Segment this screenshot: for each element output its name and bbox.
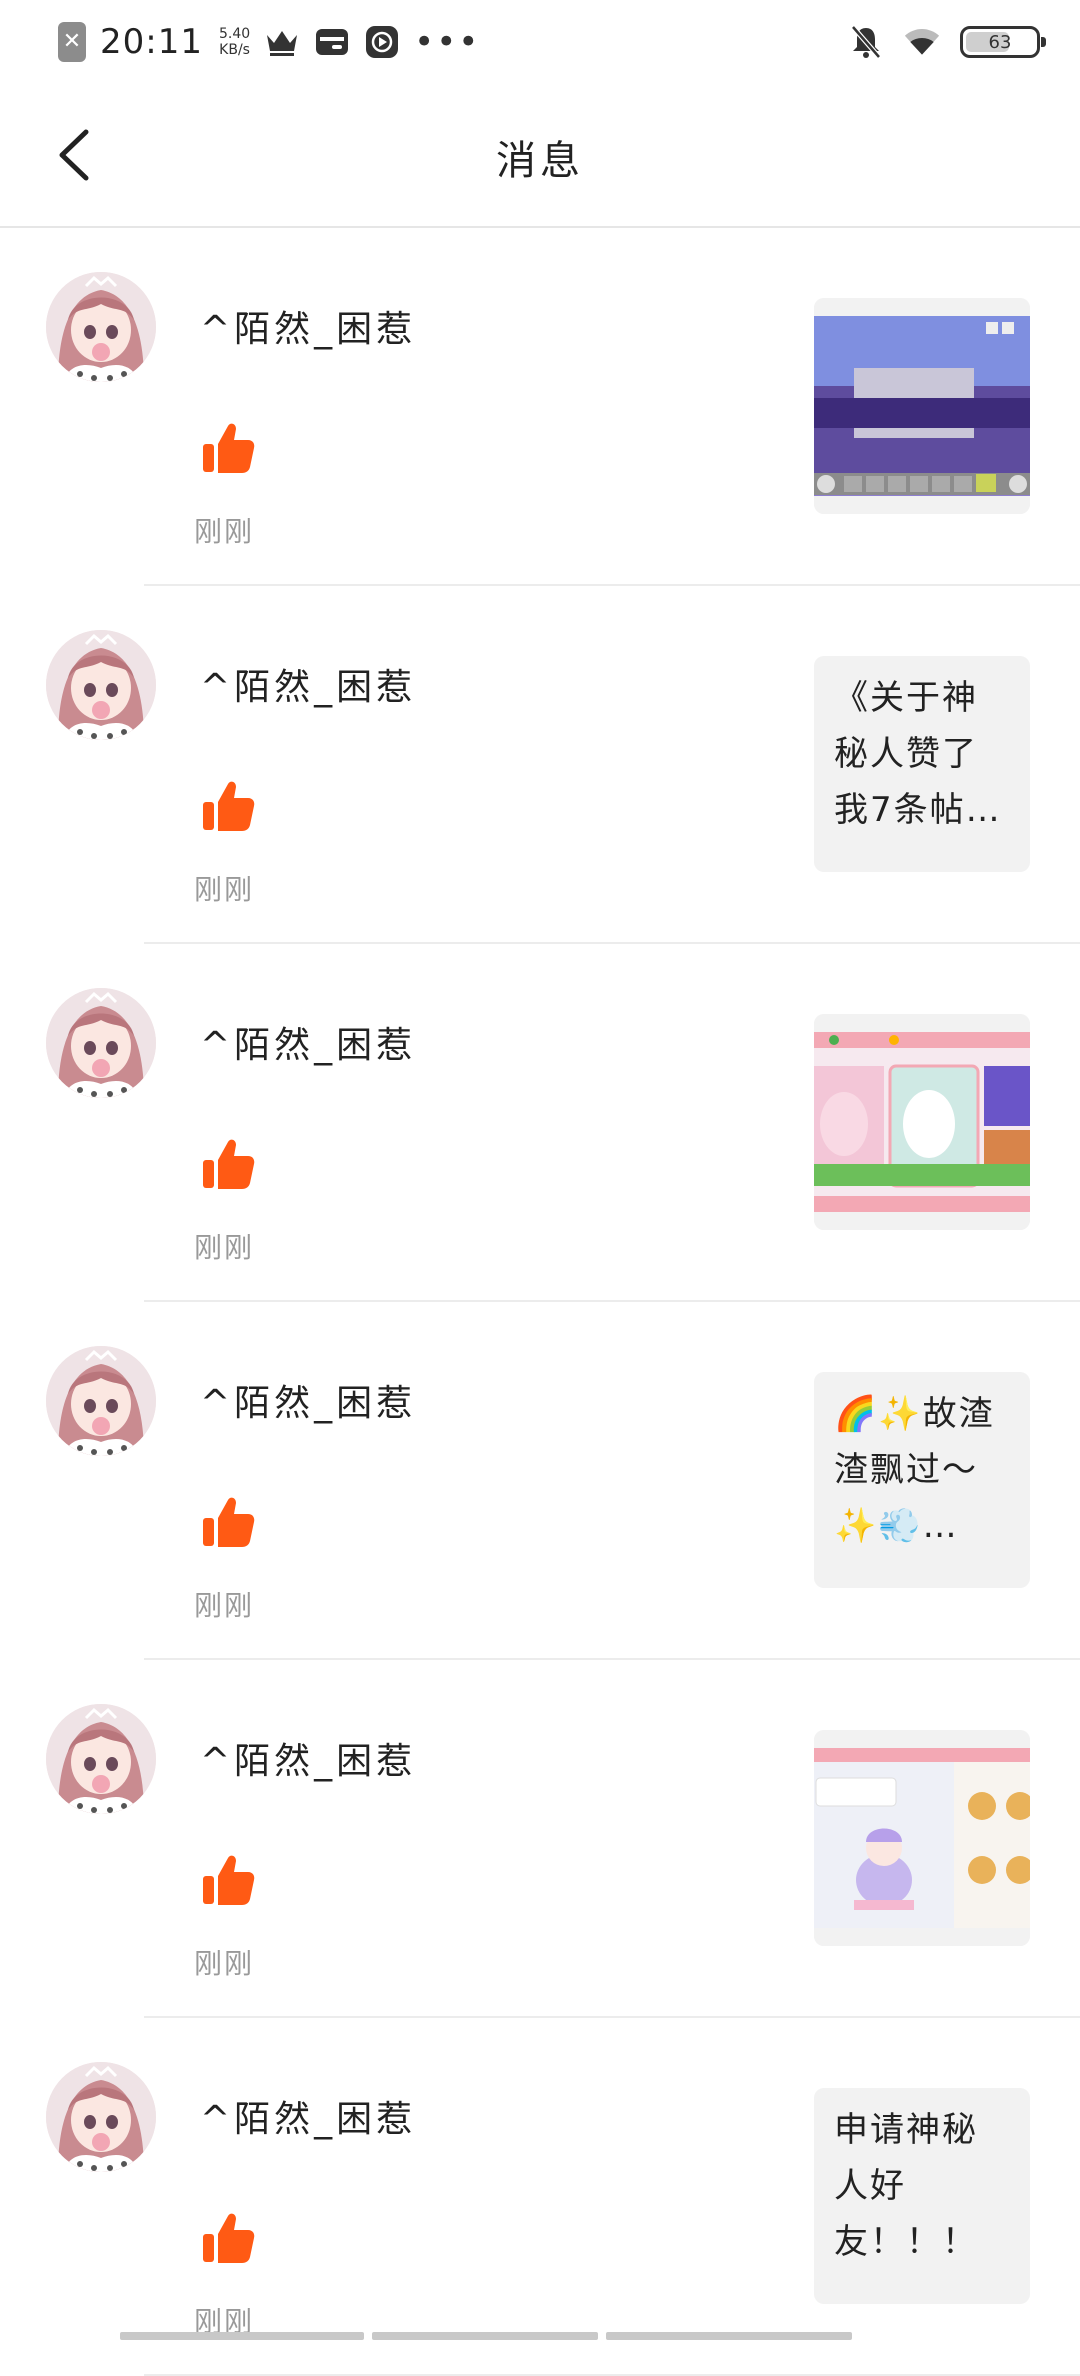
post-preview-text: 《关于神秘人赞了我7条帖… xyxy=(834,678,1002,830)
avatar[interactable] xyxy=(46,1704,156,1814)
page-title: 消息 xyxy=(496,138,584,184)
wifi-icon xyxy=(904,24,940,60)
avatar[interactable] xyxy=(46,2062,156,2172)
bottom-scroll-indicator xyxy=(120,2332,960,2340)
post-preview-image[interactable] xyxy=(814,298,1030,514)
message-time: 刚刚 xyxy=(194,515,255,548)
post-preview-text: 申请神秘人好友！！！ xyxy=(834,2110,978,2262)
message-time: 刚刚 xyxy=(194,873,255,906)
message-item[interactable]: ^陌然_困惹 刚刚 申请神秘人好友！！！ xyxy=(0,2018,1080,2376)
message-time: 刚刚 xyxy=(194,1947,255,1980)
post-preview[interactable]: 《关于神秘人赞了我7条帖… xyxy=(814,656,1030,872)
post-preview-text: 🌈✨故渣渣飘过～✨💨… xyxy=(834,1394,995,1546)
username[interactable]: ^陌然_困惹 xyxy=(200,1374,416,1426)
indicator-segment xyxy=(606,2332,852,2340)
thumbs-up-icon xyxy=(200,1494,256,1550)
indicator-segment xyxy=(372,2332,598,2340)
username[interactable]: ^陌然_困惹 xyxy=(200,658,416,710)
post-preview[interactable]: 🌈✨故渣渣飘过～✨💨… xyxy=(814,1372,1030,1588)
message-list[interactable]: ^陌然_困惹 刚刚 ^陌然_困惹 刚刚 《关于神秘人赞了我7条帖… ^陌然_困惹 刚刚 ^陌然… xyxy=(0,228,1080,2376)
post-preview-image[interactable] xyxy=(814,1014,1030,1230)
status-bar-right: 63 xyxy=(848,20,1046,64)
indicator-segment xyxy=(120,2332,364,2340)
message-time: 刚刚 xyxy=(194,1231,255,1264)
username[interactable]: ^陌然_困惹 xyxy=(200,1732,416,1784)
crown-icon xyxy=(264,24,300,60)
message-item[interactable]: ^陌然_困惹刚刚 xyxy=(0,1660,1080,2018)
username[interactable]: ^陌然_困惹 xyxy=(200,1016,416,1068)
thumbs-up-icon xyxy=(200,1136,256,1192)
message-item[interactable]: ^陌然_困惹刚刚 《关于神秘人赞了我7条帖… xyxy=(0,586,1080,944)
message-time: 刚刚 xyxy=(194,1589,255,1622)
close-badge-icon: ✕ xyxy=(58,22,86,62)
message-item[interactable]: ^陌然_困惹刚刚 xyxy=(0,944,1080,1302)
battery-level: 63 xyxy=(988,31,1012,53)
network-speed: 5.40 KB/s xyxy=(219,26,250,58)
thumbs-up-icon xyxy=(200,420,256,476)
thumbs-up-icon xyxy=(200,1852,256,1908)
avatar[interactable] xyxy=(46,630,156,740)
message-item[interactable]: ^陌然_困惹刚刚 xyxy=(0,228,1080,586)
wallet-icon xyxy=(314,24,350,60)
post-preview[interactable]: 申请神秘人好友！！！ xyxy=(814,2088,1030,2304)
header: 消息 xyxy=(0,84,1080,228)
battery-icon: 63 xyxy=(960,26,1046,58)
username[interactable]: ^陌然_困惹 xyxy=(200,2090,416,2142)
status-bar: ✕ 20:11 5.40 KB/s ••• 63 xyxy=(0,0,1080,84)
play-icon xyxy=(364,24,400,60)
more-dots-icon: ••• xyxy=(414,22,481,62)
message-item[interactable]: ^陌然_困惹刚刚 🌈✨故渣渣飘过～✨💨… xyxy=(0,1302,1080,1660)
network-speed-unit: KB/s xyxy=(219,42,250,58)
network-speed-value: 5.40 xyxy=(218,26,251,42)
thumbs-up-icon xyxy=(200,2210,256,2266)
thumbs-up-icon xyxy=(200,778,256,834)
username[interactable]: ^陌然_困惹 xyxy=(200,300,416,352)
mute-bell-icon xyxy=(848,24,884,60)
status-time: 20:11 xyxy=(100,22,203,62)
avatar[interactable] xyxy=(46,1346,156,1456)
status-bar-left: ✕ 20:11 5.40 KB/s ••• xyxy=(58,20,480,64)
post-preview-image[interactable] xyxy=(814,1730,1030,1946)
avatar[interactable] xyxy=(46,988,156,1098)
avatar[interactable] xyxy=(46,272,156,382)
